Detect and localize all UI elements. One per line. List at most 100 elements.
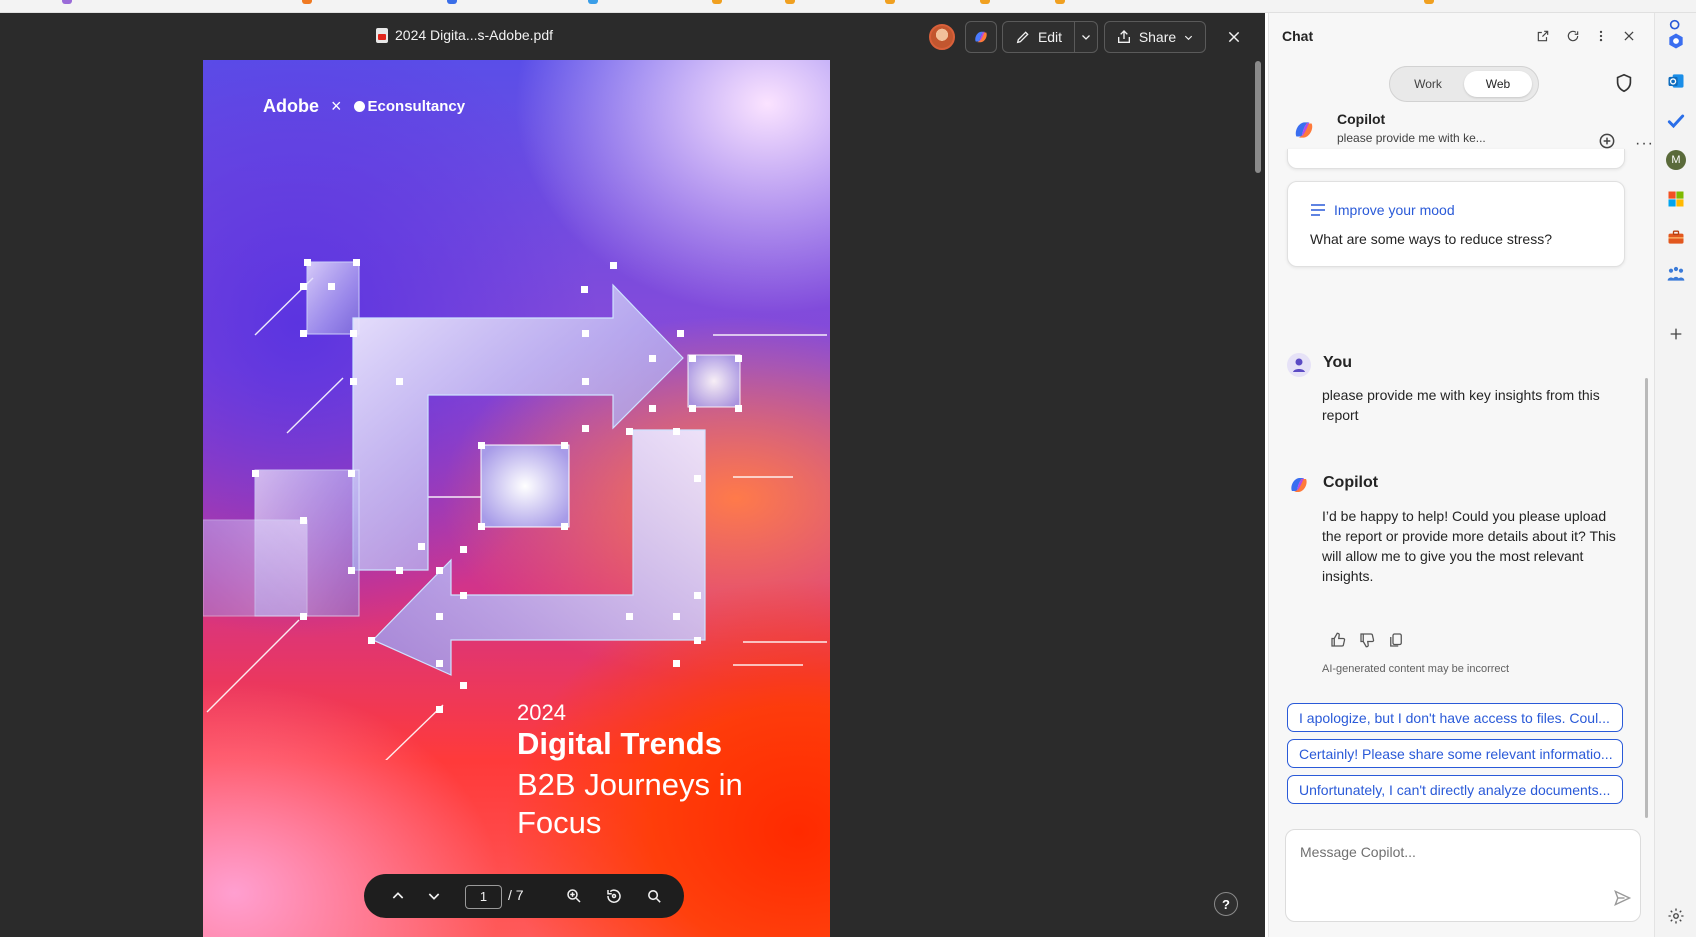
- close-icon: [1228, 31, 1240, 43]
- toggle-web-option[interactable]: Web: [1464, 71, 1532, 97]
- cover-year: 2024: [517, 700, 566, 725]
- new-chat-icon: [1599, 133, 1615, 149]
- prompt-card-category-label: Improve your mood: [1334, 202, 1455, 218]
- thumbs-up-icon: [1331, 632, 1346, 647]
- outlook-icon[interactable]: [1665, 70, 1687, 92]
- share-label: Share: [1138, 29, 1177, 45]
- chat-scrollbar[interactable]: [1645, 378, 1648, 818]
- thumbs-down-icon: [1360, 633, 1375, 648]
- copilot-icon: [975, 31, 987, 43]
- prompt-card-partial[interactable]: [1287, 149, 1625, 169]
- copilot-message-author: Copilot: [1323, 474, 1379, 491]
- brand-separator: ×: [331, 96, 342, 116]
- copilot-logo-icon: [1287, 473, 1311, 497]
- open-external-icon: [1537, 30, 1549, 42]
- refresh-icon: [1567, 30, 1579, 42]
- suggestion-chip[interactable]: I apologize, but I don't have access to …: [1287, 703, 1623, 732]
- app-sidebar-rail: M: [1654, 13, 1696, 937]
- rotate-button[interactable]: [602, 884, 626, 908]
- send-icon: [1614, 889, 1632, 907]
- pdf-page: Adobe × Econsultancy 2024 Digital Trends…: [203, 60, 830, 937]
- conversation-name: Copilot: [1337, 111, 1386, 127]
- copilot-chat-panel: Chat Work Web Copilot please provide me …: [1268, 13, 1654, 937]
- user-message-text: please provide me with key insights from…: [1322, 387, 1600, 423]
- thumbs-up-button[interactable]: [1329, 631, 1349, 651]
- search-button[interactable]: [642, 884, 666, 908]
- tab-fragment: [588, 0, 598, 4]
- ai-disclaimer: AI-generated content may be incorrect: [1322, 663, 1510, 675]
- cover-subline: B2B Journeys in Focus: [517, 767, 743, 840]
- tab-fragment: [1424, 0, 1434, 4]
- zoom-in-button[interactable]: [562, 884, 586, 908]
- send-button[interactable]: [1612, 888, 1634, 910]
- copilot-button[interactable]: [965, 21, 997, 53]
- message-input[interactable]: [1300, 840, 1600, 864]
- user-avatar-icon: [1287, 353, 1311, 377]
- work-web-toggle: Work Web: [1389, 66, 1539, 102]
- close-viewer-button[interactable]: [1222, 25, 1246, 49]
- copy-button[interactable]: [1387, 631, 1407, 651]
- todo-icon[interactable]: [1665, 110, 1687, 132]
- tab-fragment: [1055, 0, 1065, 4]
- tab-fragment: [62, 0, 72, 4]
- user-avatar[interactable]: [929, 24, 955, 50]
- page-number-input[interactable]: 1: [465, 885, 502, 909]
- conversation-header: Copilot please provide me with ke... ···: [1291, 109, 1653, 152]
- browser-tab-strip: [0, 0, 1696, 13]
- user-message-author: You: [1323, 354, 1353, 371]
- suggestion-chip[interactable]: Unfortunately, I can't directly analyze …: [1287, 775, 1623, 804]
- zoom-in-icon: [567, 889, 581, 903]
- next-page-button[interactable]: [422, 884, 446, 908]
- refresh-button[interactable]: [1563, 26, 1583, 46]
- tab-fragment: [447, 0, 457, 4]
- toggle-work-option[interactable]: Work: [1394, 71, 1462, 97]
- open-in-new-window-button[interactable]: [1533, 26, 1553, 46]
- cover-brand: Adobe × Econsultancy: [263, 96, 465, 117]
- message-composer: [1285, 829, 1641, 922]
- people-icon[interactable]: [1665, 263, 1687, 285]
- thumbs-down-button[interactable]: [1358, 631, 1378, 651]
- page-total: / 7: [508, 887, 524, 903]
- viewer-scrollbar[interactable]: [1255, 61, 1261, 173]
- tab-fragment: [885, 0, 895, 4]
- more-options-button[interactable]: [1591, 26, 1611, 46]
- edit-dropdown-button[interactable]: [1074, 21, 1098, 53]
- tab-fragment: [785, 0, 795, 4]
- document-title: 2024 Digita...s-Adobe.pdf: [376, 27, 553, 43]
- cover-headline: Digital Trends: [517, 726, 722, 761]
- econsultancy-logo: Econsultancy: [353, 98, 466, 115]
- close-icon: [1624, 31, 1634, 41]
- more-vertical-icon: [1599, 30, 1603, 42]
- prompt-card-category: Improve your mood: [1310, 202, 1455, 218]
- copilot-app-icon[interactable]: [1665, 30, 1687, 52]
- econsultancy-logo-text: Econsultancy: [367, 98, 466, 115]
- add-icon[interactable]: [1665, 323, 1687, 345]
- help-button[interactable]: ?: [1214, 892, 1238, 916]
- office-icon[interactable]: [1665, 188, 1687, 210]
- copy-icon: [1390, 633, 1402, 647]
- page-navigation-toolbar: 1 / 7: [364, 874, 684, 918]
- tab-fragment: [302, 0, 312, 4]
- share-icon: [1117, 30, 1130, 43]
- chevron-down-icon: [428, 893, 440, 900]
- settings-icon[interactable]: [1665, 905, 1687, 927]
- chevron-down-icon: [1185, 35, 1193, 40]
- suggestion-chip[interactable]: Certainly! Please share some relevant in…: [1287, 739, 1623, 768]
- conversation-more-button[interactable]: ···: [1635, 135, 1654, 153]
- adobe-logo-text: Adobe: [263, 96, 319, 116]
- chevron-up-icon: [392, 892, 404, 899]
- share-button[interactable]: Share: [1104, 21, 1206, 53]
- copilot-message-text: I’d be happy to help! Could you please u…: [1322, 508, 1616, 584]
- toolbox-icon[interactable]: [1665, 226, 1687, 248]
- shield-icon[interactable]: [1613, 72, 1637, 96]
- list-lines-icon: [1311, 204, 1325, 216]
- pdf-viewer: 2024 Digita...s-Adobe.pdf Edit Share Ado…: [0, 13, 1265, 937]
- close-chat-button[interactable]: [1619, 26, 1639, 46]
- document-title-text: 2024 Digita...s-Adobe.pdf: [395, 27, 553, 43]
- chevron-down-icon: [1082, 35, 1090, 40]
- previous-page-button[interactable]: [386, 884, 410, 908]
- edit-button[interactable]: Edit: [1002, 21, 1075, 53]
- prompt-card[interactable]: Improve your mood What are some ways to …: [1287, 181, 1625, 267]
- profile-icon[interactable]: M: [1665, 149, 1687, 171]
- edit-label: Edit: [1037, 29, 1063, 45]
